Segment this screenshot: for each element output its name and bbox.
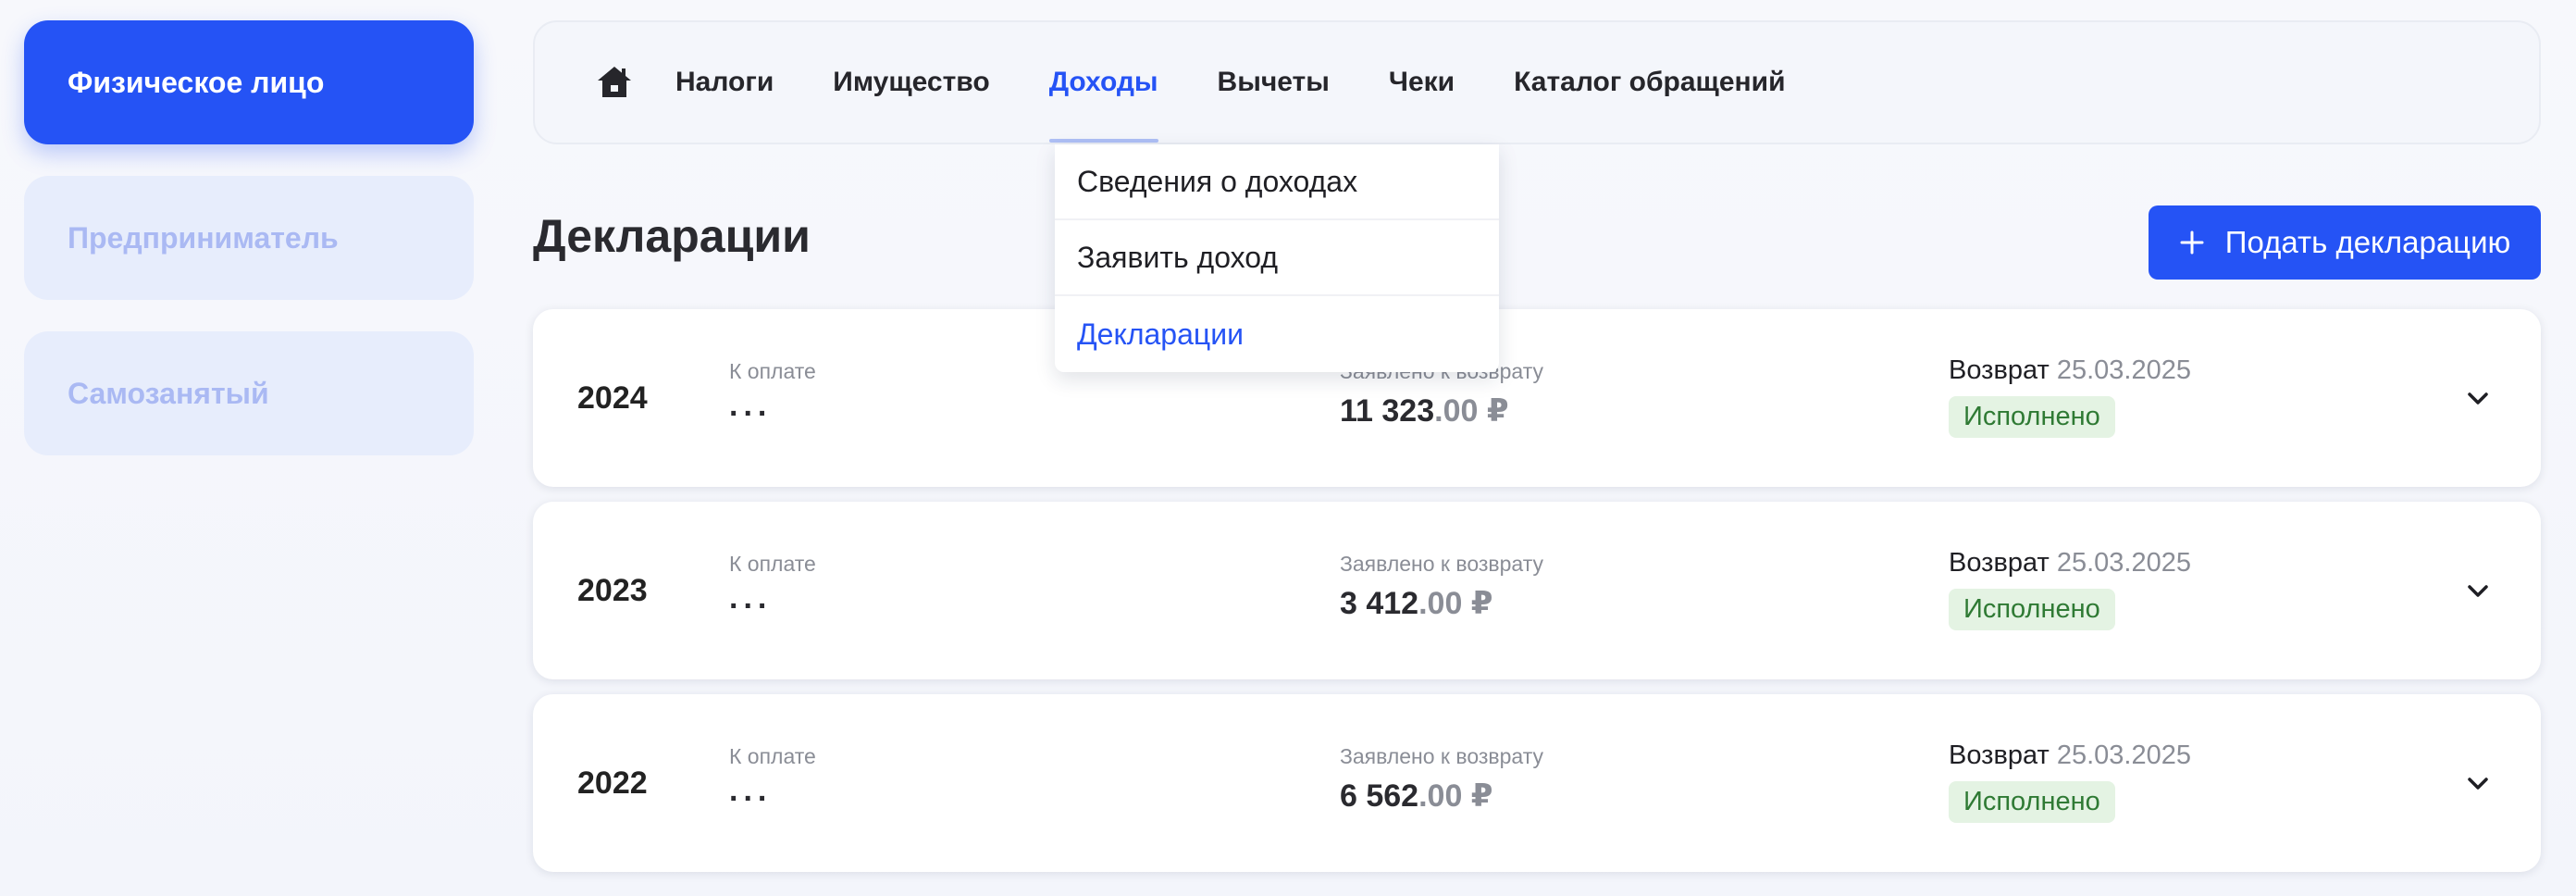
refund-column: Возврат 25.03.2025 Исполнено xyxy=(1949,354,2191,438)
declaration-card[interactable]: 2022 К оплате ... Заявлено к возврату 6 … xyxy=(533,694,2541,872)
chevron-down-icon[interactable] xyxy=(2463,383,2493,413)
declaration-year: 2024 xyxy=(577,380,648,416)
to-pay-value: ... xyxy=(729,388,773,423)
claimed-refund-column: Заявлено к возврату 6 562.00 ₽ xyxy=(1340,742,1543,815)
nav-receipts[interactable]: Чеки xyxy=(1389,64,1455,101)
role-entrepreneur[interactable]: Предприниматель xyxy=(24,176,474,300)
amount-cents: .00 ₽ xyxy=(1418,586,1493,621)
refund-date: 25.03.2025 xyxy=(2056,355,2191,385)
role-label: Предприниматель xyxy=(68,220,339,255)
refund-date: 25.03.2025 xyxy=(2056,548,2191,578)
claimed-refund-amount: 6 562.00 ₽ xyxy=(1340,778,1543,815)
to-pay-label: К оплате xyxy=(729,552,816,576)
amount-integer: 3 412 xyxy=(1340,586,1419,621)
declaration-year: 2023 xyxy=(577,572,648,608)
nav-income[interactable]: Доходы xyxy=(1048,64,1158,143)
status-badge: Исполнено xyxy=(1949,589,2115,630)
claimed-refund-label: Заявлено к возврату xyxy=(1340,552,1544,576)
nav-deductions[interactable]: Вычеты xyxy=(1218,64,1330,101)
role-self-employed[interactable]: Самозанятый xyxy=(24,331,474,455)
to-pay-label: К оплате xyxy=(729,359,816,383)
amount-cents: .00 ₽ xyxy=(1434,393,1509,429)
role-switcher: Физическое лицо Предприниматель Самозаня… xyxy=(24,20,474,487)
page-title: Декларации xyxy=(533,210,811,262)
declaration-year: 2022 xyxy=(577,765,648,801)
to-pay-column: К оплате ... xyxy=(729,742,816,809)
declaration-card[interactable]: 2024 К оплате ... Заявлено к возврату 11… xyxy=(533,309,2541,487)
declaration-card[interactable]: 2023 К оплате ... Заявлено к возврату 3 … xyxy=(533,502,2541,679)
role-label: Физическое лицо xyxy=(68,65,325,99)
to-pay-value: ... xyxy=(729,773,773,808)
income-dropdown-menu: Сведения о доходах Заявить доход Деклара… xyxy=(1055,144,1499,372)
refund-column: Возврат 25.03.2025 Исполнено xyxy=(1949,546,2191,630)
submit-declaration-label: Подать декларацию xyxy=(2224,225,2511,259)
refund-label: Возврат xyxy=(1949,548,2050,578)
plus-icon xyxy=(2180,230,2204,255)
refund-date: 25.03.2025 xyxy=(2056,740,2191,770)
nav-requests-catalog[interactable]: Каталог обращений xyxy=(1514,64,1785,101)
menu-item-declarations[interactable]: Декларации xyxy=(1055,296,1499,372)
nav-taxes[interactable]: Налоги xyxy=(675,64,774,101)
menu-item-declare-income[interactable]: Заявить доход xyxy=(1055,220,1499,296)
status-badge: Исполнено xyxy=(1949,396,2115,438)
declarations-list: 2024 К оплате ... Заявлено к возврату 11… xyxy=(533,309,2541,887)
claimed-refund-column: Заявлено к возврату 3 412.00 ₽ xyxy=(1340,550,1543,622)
refund-label: Возврат xyxy=(1949,740,2050,770)
to-pay-column: К оплате ... xyxy=(729,357,816,424)
to-pay-label: К оплате xyxy=(729,744,816,768)
amount-cents: .00 ₽ xyxy=(1418,778,1493,814)
to-pay-column: К оплате ... xyxy=(729,550,816,616)
chevron-down-icon[interactable] xyxy=(2463,576,2493,605)
role-label: Самозанятый xyxy=(68,376,269,410)
to-pay-value: ... xyxy=(729,580,773,616)
amount-integer: 6 562 xyxy=(1340,778,1419,814)
status-badge: Исполнено xyxy=(1949,781,2115,823)
claimed-refund-label: Заявлено к возврату xyxy=(1340,744,1544,768)
menu-item-income-info[interactable]: Сведения о доходах xyxy=(1055,144,1499,220)
submit-declaration-button[interactable]: Подать декларацию xyxy=(2149,205,2541,280)
home-icon[interactable] xyxy=(596,64,633,101)
role-individual[interactable]: Физическое лицо xyxy=(24,20,474,144)
nav-property[interactable]: Имущество xyxy=(833,64,989,101)
claimed-refund-amount: 3 412.00 ₽ xyxy=(1340,585,1543,622)
refund-date-line: Возврат 25.03.2025 xyxy=(1949,739,2191,772)
chevron-down-icon[interactable] xyxy=(2463,768,2493,798)
refund-label: Возврат xyxy=(1949,355,2050,385)
refund-column: Возврат 25.03.2025 Исполнено xyxy=(1949,739,2191,823)
refund-date-line: Возврат 25.03.2025 xyxy=(1949,354,2191,387)
top-navigation: Налоги Имущество Доходы Вычеты Чеки Ката… xyxy=(533,20,2541,144)
claimed-refund-amount: 11 323.00 ₽ xyxy=(1340,392,1543,429)
refund-date-line: Возврат 25.03.2025 xyxy=(1949,546,2191,579)
amount-integer: 11 323 xyxy=(1340,393,1435,429)
